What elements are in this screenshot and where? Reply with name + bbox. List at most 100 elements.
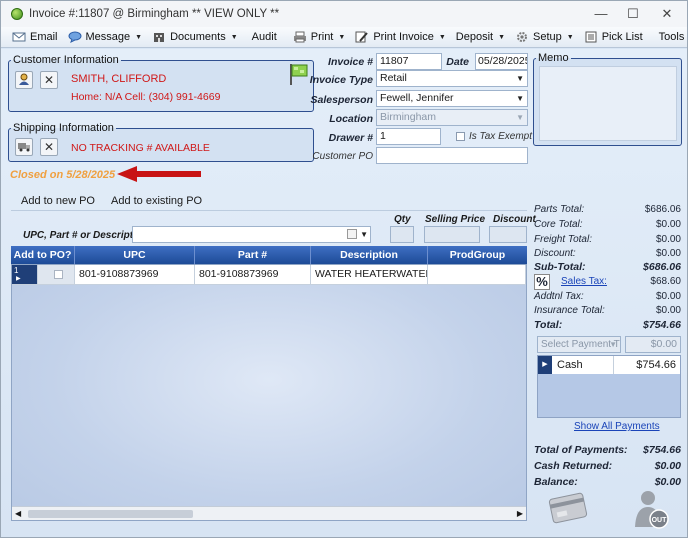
description-cell[interactable]: WATER HEATERWATER HEA bbox=[311, 265, 428, 285]
row-pointer-icon: ▶ bbox=[16, 276, 21, 282]
payment-amount-input[interactable]: $0.00 bbox=[625, 336, 681, 353]
invoice-type-label: Invoice Type bbox=[309, 74, 373, 86]
chevron-down-icon: ▼ bbox=[438, 33, 446, 41]
print-invoice-label: Print Invoice bbox=[373, 31, 434, 43]
discount-input[interactable] bbox=[489, 226, 527, 243]
shipping-clear-button[interactable]: ✕ bbox=[40, 138, 58, 156]
scroll-left-icon[interactable]: ◀ bbox=[15, 507, 21, 521]
tax-exempt-checkbox[interactable] bbox=[456, 132, 465, 141]
add-to-po-cell[interactable] bbox=[38, 265, 75, 285]
pick-list-button[interactable]: Pick List bbox=[579, 28, 648, 47]
location-select[interactable]: Birmingham ▼ bbox=[376, 109, 528, 126]
payment-method-cell: Cash bbox=[552, 356, 614, 374]
column-header-add-to-po[interactable]: Add to PO? bbox=[11, 246, 75, 264]
chat-bubble-icon bbox=[68, 31, 82, 43]
subtotal-label: Sub-Total: bbox=[534, 261, 586, 273]
insurance-total-row: Insurance Total: $0.00 bbox=[534, 305, 681, 316]
column-header-part-number[interactable]: Part # bbox=[195, 246, 311, 264]
subtotal-value: $686.06 bbox=[643, 261, 681, 273]
part-number-cell[interactable]: 801-9108873969 bbox=[195, 265, 311, 285]
show-all-payments-link[interactable]: Show All Payments bbox=[574, 421, 660, 432]
prodgroup-cell[interactable] bbox=[428, 265, 526, 285]
discount-row: Discount: $0.00 bbox=[534, 248, 681, 259]
memo-textarea[interactable] bbox=[539, 66, 677, 141]
chevron-down-icon: ▼ bbox=[516, 94, 524, 103]
add-to-new-po-button[interactable]: Add to new PO bbox=[21, 195, 95, 207]
audit-label: Audit bbox=[251, 31, 277, 43]
percent-icon[interactable]: % bbox=[534, 274, 550, 290]
documents-button[interactable]: Documents ▼ bbox=[147, 28, 243, 47]
chevron-down-icon: ▼ bbox=[609, 340, 617, 349]
add-to-po-checkbox[interactable] bbox=[54, 270, 63, 279]
tools-button[interactable]: Tools ▼ bbox=[654, 28, 688, 47]
chevron-down-icon: ▼ bbox=[516, 113, 524, 122]
credit-card-icon bbox=[548, 492, 588, 524]
payment-type-select[interactable]: Select Payment T ▼ bbox=[537, 336, 621, 353]
print-invoice-button[interactable]: Print Invoice ▼ bbox=[350, 28, 450, 47]
close-button[interactable]: ✕ bbox=[657, 5, 677, 23]
selling-price-input[interactable] bbox=[424, 226, 480, 243]
customer-info-legend: Customer Information bbox=[13, 54, 119, 66]
print-label: Print bbox=[310, 31, 334, 43]
scrollbar-thumb[interactable] bbox=[28, 510, 193, 518]
salesperson-label: Salesperson bbox=[310, 94, 373, 106]
checkout-button[interactable]: OUT bbox=[628, 487, 672, 531]
location-value: Birmingham bbox=[380, 111, 437, 123]
payments-list[interactable]: ▶ Cash $754.66 bbox=[537, 355, 681, 418]
clipboard-icon bbox=[585, 31, 597, 43]
audit-button[interactable]: Audit bbox=[247, 28, 282, 47]
maximize-button[interactable]: ☐ bbox=[623, 5, 643, 23]
row-pointer-icon: ▶ bbox=[538, 356, 552, 374]
column-header-description[interactable]: Description bbox=[311, 246, 428, 264]
sales-tax-link[interactable]: Sales Tax: bbox=[561, 276, 607, 287]
shipping-lookup-button[interactable] bbox=[15, 138, 33, 156]
email-button[interactable]: Email bbox=[7, 28, 63, 47]
drawer-field[interactable]: 1 bbox=[376, 128, 441, 145]
setup-button[interactable]: Setup ▼ bbox=[510, 28, 579, 47]
row-number: 1 ▶ bbox=[12, 265, 38, 285]
minimize-button[interactable]: — bbox=[591, 5, 611, 23]
core-total-label: Core Total: bbox=[534, 219, 583, 230]
invoice-type-select[interactable]: Retail ▼ bbox=[376, 70, 528, 87]
tax-exempt-label: Is Tax Exempt bbox=[469, 131, 532, 142]
addtnl-tax-label: Addtnl Tax: bbox=[534, 291, 584, 302]
date-field[interactable]: 05/28/2025 bbox=[475, 53, 528, 70]
upc-search-input[interactable]: ▼ bbox=[132, 226, 371, 243]
horizontal-scrollbar[interactable]: ◀ ▶ bbox=[12, 506, 526, 520]
insurance-total-label: Insurance Total: bbox=[534, 305, 605, 316]
location-label: Location bbox=[329, 113, 373, 125]
line-items-grid[interactable]: 1 ▶ 801-9108873969 801-9108873969 WATER … bbox=[11, 264, 527, 521]
chevron-down-icon: ▼ bbox=[360, 230, 368, 239]
invoice-number-field[interactable]: 11807 bbox=[376, 53, 442, 70]
add-to-existing-po-button[interactable]: Add to existing PO bbox=[111, 195, 202, 207]
total-payments-label: Total of Payments: bbox=[534, 444, 628, 456]
core-total-row: Core Total: $0.00 bbox=[534, 219, 681, 230]
column-header-prodgroup[interactable]: ProdGroup bbox=[428, 246, 527, 264]
salesperson-select[interactable]: Fewell, Jennifer ▼ bbox=[376, 90, 528, 107]
gear-icon bbox=[517, 32, 528, 42]
table-row[interactable]: 1 ▶ 801-9108873969 801-9108873969 WATER … bbox=[12, 265, 526, 285]
parts-total-label: Parts Total: bbox=[534, 204, 585, 215]
column-header-upc[interactable]: UPC bbox=[75, 246, 195, 264]
payment-row[interactable]: ▶ Cash $754.66 bbox=[538, 356, 680, 374]
freight-total-label: Freight Total: bbox=[534, 234, 592, 245]
upc-cell[interactable]: 801-9108873969 bbox=[75, 265, 195, 285]
qty-input[interactable] bbox=[390, 226, 414, 243]
deposit-button[interactable]: Deposit ▼ bbox=[451, 28, 510, 47]
message-button[interactable]: Message ▼ bbox=[63, 28, 148, 47]
print-button[interactable]: Print ▼ bbox=[288, 28, 351, 47]
cash-returned-label: Cash Returned: bbox=[534, 460, 613, 472]
customer-clear-button[interactable]: ✕ bbox=[40, 71, 58, 89]
close-icon: ✕ bbox=[43, 73, 55, 87]
building-icon bbox=[154, 33, 165, 42]
invoice-window: Invoice #:11807 @ Birmingham ** VIEW ONL… bbox=[0, 0, 688, 538]
credit-card-button[interactable] bbox=[547, 487, 589, 529]
sales-tax-value: $68.60 bbox=[650, 276, 681, 287]
app-icon bbox=[11, 8, 23, 20]
customer-lookup-button[interactable] bbox=[15, 71, 33, 89]
total-payments-row: Total of Payments: $754.66 bbox=[534, 444, 681, 456]
customer-po-field[interactable] bbox=[376, 147, 528, 164]
insurance-total-value: $0.00 bbox=[655, 305, 681, 316]
tracking-status: NO TRACKING # AVAILABLE bbox=[71, 142, 210, 154]
scroll-right-icon[interactable]: ▶ bbox=[517, 507, 523, 521]
